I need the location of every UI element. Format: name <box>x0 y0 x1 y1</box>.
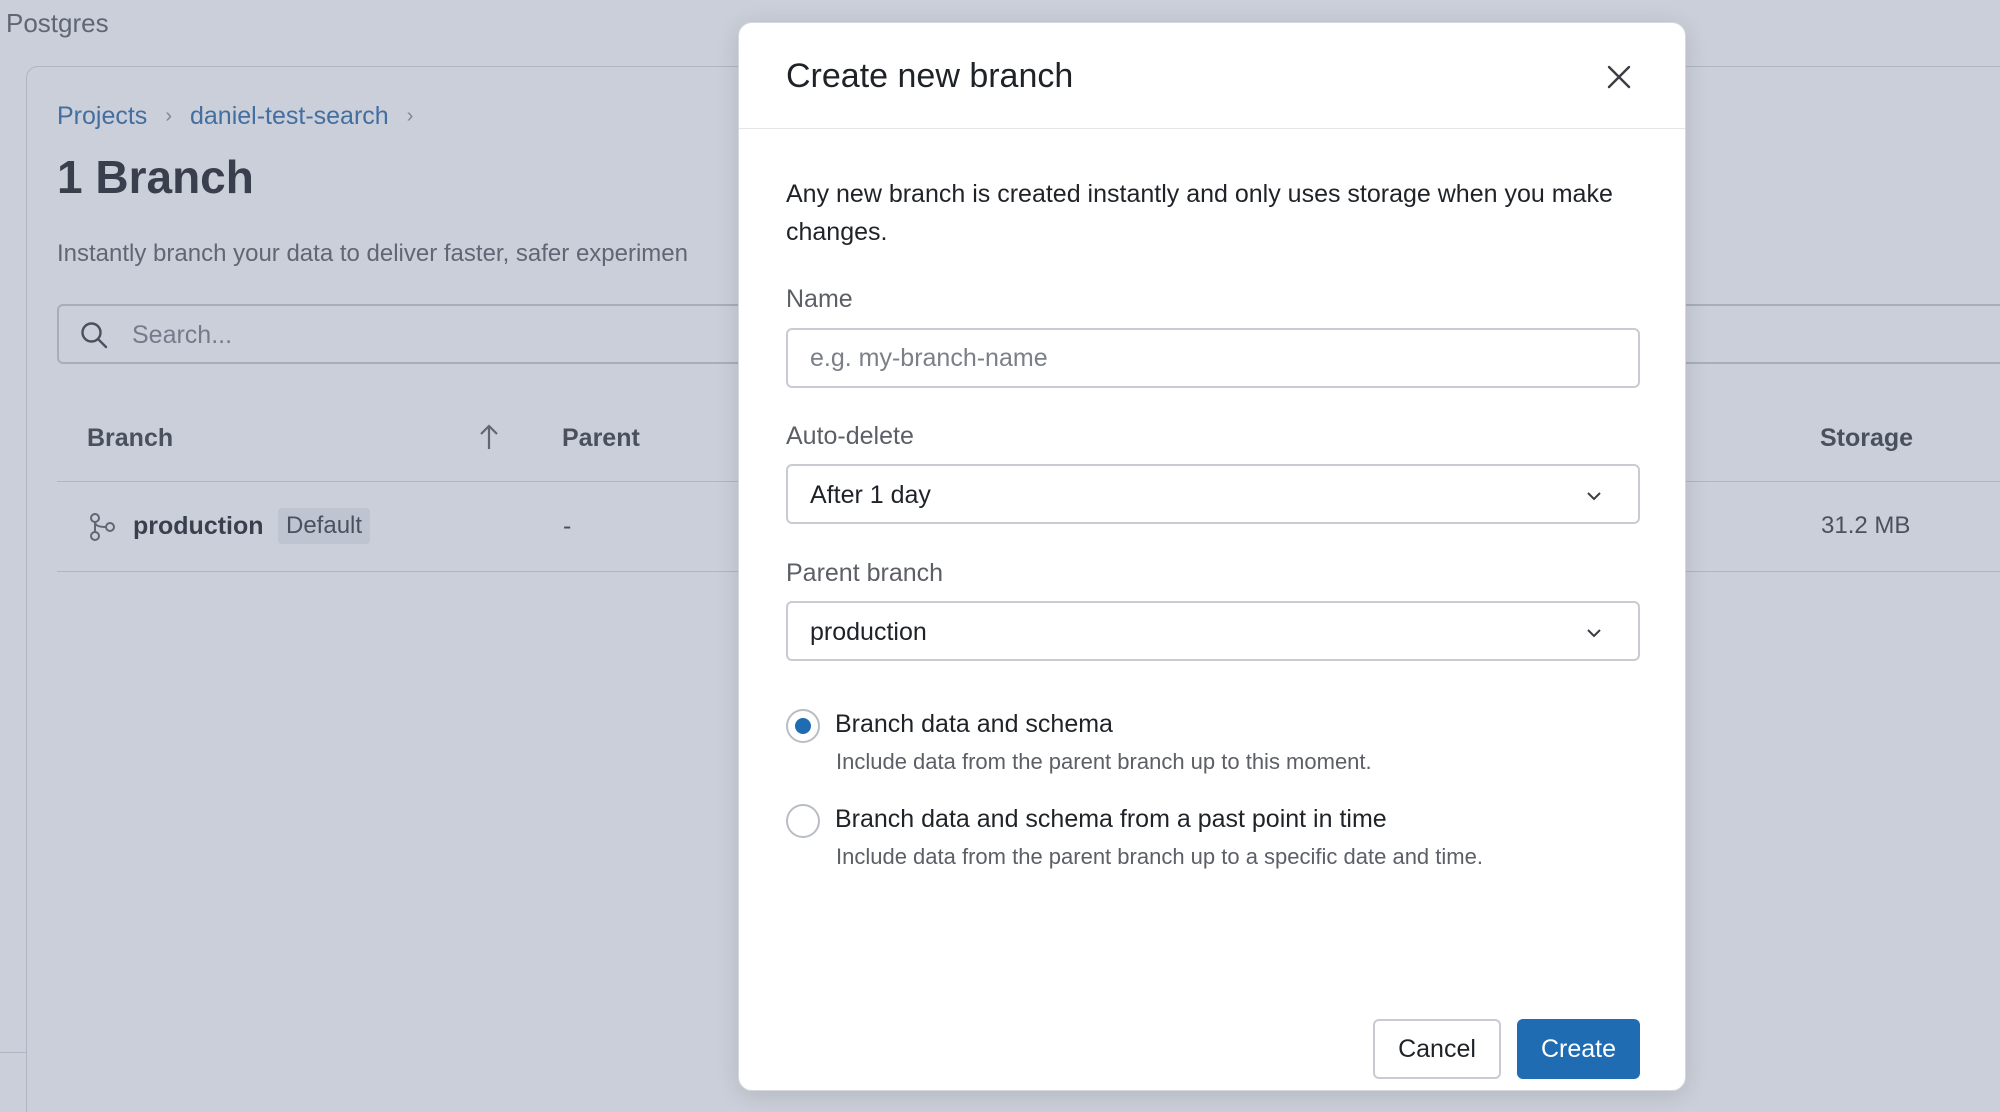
auto-delete-value: After 1 day <box>810 481 931 509</box>
radio-branch-past-point[interactable] <box>786 804 820 838</box>
chevron-down-icon <box>1587 629 1601 638</box>
option-description: Include data from the parent branch up t… <box>836 844 1483 869</box>
create-branch-dialog: Create new branch Any new branch is crea… <box>738 22 1686 1091</box>
auto-delete-label: Auto-delete <box>786 422 914 450</box>
cancel-button[interactable]: Cancel <box>1373 1019 1501 1079</box>
parent-branch-value: production <box>810 618 927 646</box>
chevron-down-icon <box>1587 492 1601 501</box>
dialog-intro: Any new branch is created instantly and … <box>786 180 1613 246</box>
parent-branch-select[interactable]: production <box>786 601 1640 661</box>
close-icon[interactable] <box>1601 59 1637 95</box>
radio-branch-data-schema[interactable] <box>786 709 820 743</box>
branch-name-input[interactable] <box>786 328 1640 388</box>
auto-delete-select[interactable]: After 1 day <box>786 464 1640 524</box>
option-description: Include data from the parent branch up t… <box>836 749 1372 774</box>
option-label: Branch data and schema <box>835 710 1113 738</box>
create-button[interactable]: Create <box>1517 1019 1640 1079</box>
name-label: Name <box>786 285 853 313</box>
dialog-header: Create new branch <box>739 23 1685 129</box>
option-label: Branch data and schema from a past point… <box>835 805 1387 833</box>
dialog-title: Create new branch <box>786 57 1074 95</box>
parent-branch-label: Parent branch <box>786 559 944 587</box>
